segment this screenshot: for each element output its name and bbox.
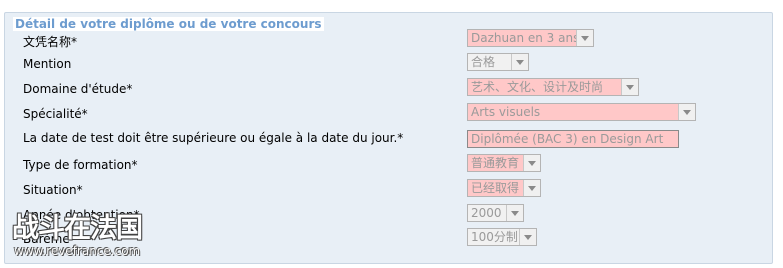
field-label-diploma-title: La date de test doit être supérieure ou … bbox=[23, 131, 404, 145]
form-row-mention: Mention 合格 bbox=[5, 53, 772, 77]
situation-value: 已经取得 bbox=[471, 181, 520, 195]
chevron-down-icon bbox=[576, 30, 593, 46]
field-label-specialty: Spécialité* bbox=[23, 107, 88, 121]
grading-scale-select[interactable]: 100分制 bbox=[467, 228, 537, 246]
form-row-situation: Situation* 已经取得 bbox=[5, 179, 772, 203]
form-row-specialty: Spécialité* Arts visuels bbox=[5, 103, 772, 127]
form-row-field-of-study: Domaine d'étude* 艺术、文化、设计及时尚 bbox=[5, 78, 772, 102]
chevron-down-icon bbox=[621, 79, 638, 95]
field-label-diploma-name: 文凭名称* bbox=[23, 35, 78, 49]
mention-value: 合格 bbox=[471, 55, 496, 69]
field-label-situation: Situation* bbox=[23, 183, 83, 197]
chevron-down-icon bbox=[523, 180, 540, 196]
year-obtained-value: 2000 bbox=[471, 206, 502, 220]
form-row-diploma-title: La date de test doit être supérieure ou … bbox=[5, 127, 772, 151]
watermark-site: www.revefrance.com bbox=[14, 244, 141, 258]
specialty-value: Arts visuels bbox=[471, 105, 541, 119]
form-row-training-type: Type de formation* 普通教育 bbox=[5, 154, 772, 178]
mention-select[interactable]: 合格 bbox=[467, 53, 529, 71]
specialty-select[interactable]: Arts visuels bbox=[467, 103, 696, 121]
watermark: 战斗在法国 www.revefrance.com bbox=[12, 214, 162, 264]
training-type-select[interactable]: 普通教育 bbox=[467, 154, 541, 172]
field-label-mention: Mention bbox=[23, 57, 72, 71]
grading-scale-value: 100分制 bbox=[471, 230, 518, 244]
form-row-diploma-name: 文凭名称* Dazhuan en 3 ans bbox=[5, 29, 772, 53]
field-label-field-of-study: Domaine d'étude* bbox=[23, 82, 133, 96]
diploma-title-input[interactable]: Diplômée (BAC 3) en Design Art bbox=[467, 130, 679, 148]
training-type-value: 普通教育 bbox=[471, 156, 520, 170]
diploma-name-select[interactable]: Dazhuan en 3 ans bbox=[467, 29, 594, 47]
watermark-logo: 战斗在法国 bbox=[12, 213, 143, 244]
chevron-down-icon bbox=[511, 54, 528, 70]
diploma-name-value: Dazhuan en 3 ans bbox=[471, 31, 580, 45]
chevron-down-icon bbox=[506, 205, 523, 221]
chevron-down-icon bbox=[523, 155, 540, 171]
field-label-training-type: Type de formation* bbox=[23, 158, 138, 172]
chevron-down-icon bbox=[519, 229, 536, 245]
field-of-study-select[interactable]: 艺术、文化、设计及时尚 bbox=[467, 78, 639, 96]
year-obtained-select[interactable]: 2000 bbox=[467, 204, 524, 222]
field-of-study-value: 艺术、文化、设计及时尚 bbox=[471, 80, 604, 94]
chevron-down-icon bbox=[678, 104, 695, 120]
situation-select[interactable]: 已经取得 bbox=[467, 179, 541, 197]
